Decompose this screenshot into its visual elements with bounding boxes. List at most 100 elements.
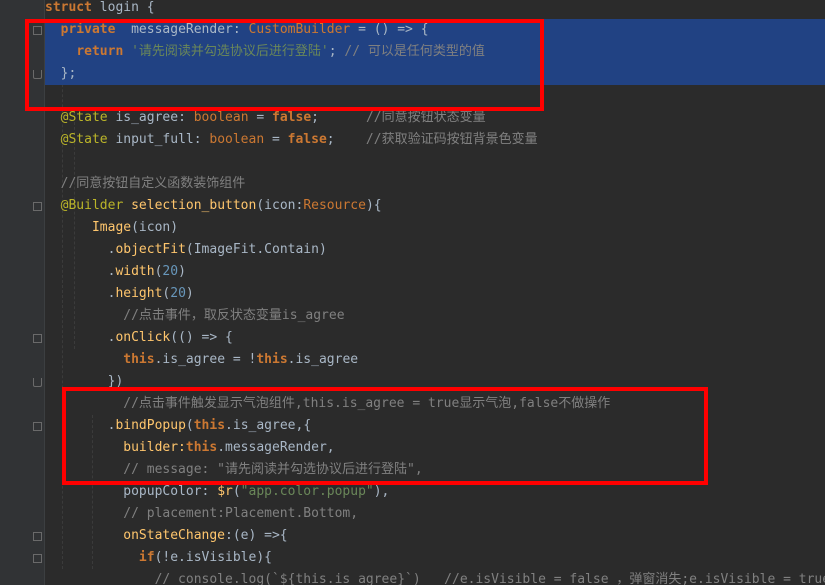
fold-marker-icon[interactable]	[33, 378, 42, 387]
fold-marker-icon[interactable]	[33, 70, 42, 79]
code-token: (icon)	[131, 220, 179, 235]
code-line[interactable]: struct login {	[45, 0, 825, 19]
code-token: //同意按钮状态变量	[318, 110, 486, 125]
code-line[interactable]: onStateChange:(e) =>{	[45, 525, 825, 547]
code-token: )	[185, 286, 194, 301]
code-line[interactable]: @State is_agree: boolean = false; //同意按钮…	[45, 107, 825, 129]
code-line[interactable]	[45, 151, 825, 173]
fold-marker-icon[interactable]	[33, 554, 42, 563]
code-token: .	[45, 242, 116, 257]
code-token: builder:	[45, 440, 186, 455]
fold-marker-icon[interactable]	[33, 334, 42, 343]
editor-gutter	[0, 0, 44, 585]
code-line[interactable]: // console.log(`${this.is_agree}`) //e.i…	[45, 569, 825, 585]
code-token: Resource	[303, 198, 366, 213]
code-token: };	[45, 66, 77, 81]
code-line[interactable]: builder:this.messageRender,	[45, 437, 825, 459]
code-token: // console.log(`${this.is_agree}`) //e.i…	[45, 572, 825, 585]
code-line[interactable]: .objectFit(ImageFit.Contain)	[45, 239, 825, 261]
code-token: //同意按钮自定义函数装饰组件	[45, 176, 246, 191]
code-token: )	[178, 264, 186, 279]
code-token: false	[287, 132, 327, 147]
code-token: '请先阅读并勾选协议后进行登陆'	[131, 44, 329, 59]
code-token: (	[185, 418, 194, 433]
code-line[interactable]: //同意按钮自定义函数装饰组件	[45, 173, 825, 195]
code-editor[interactable]: struct login { private messageRender: Cu…	[45, 0, 825, 585]
fold-marker-icon[interactable]	[33, 202, 42, 211]
code-line[interactable]: .height(20)	[45, 283, 825, 305]
code-token: ;	[328, 44, 345, 59]
fold-marker-icon[interactable]	[33, 422, 42, 431]
code-token: width	[115, 264, 155, 279]
code-token: @State	[60, 110, 108, 125]
code-token: this	[256, 352, 288, 367]
code-line[interactable]: .onClick(() => {	[45, 327, 825, 349]
code-line[interactable]: return '请先阅读并勾选协议后进行登陆'; // 可以是任何类型的值	[45, 41, 825, 63]
fold-marker-icon[interactable]	[33, 26, 42, 35]
code-token: selection_button	[123, 198, 257, 213]
code-token: 20	[170, 286, 186, 301]
code-token: input_full	[107, 132, 194, 147]
code-token: :	[232, 22, 249, 37]
code-line[interactable]: .width(20)	[45, 261, 825, 283]
code-token: .	[45, 286, 116, 301]
code-token: if	[138, 550, 155, 565]
code-line[interactable]: popupColor: $r("app.color.popup"),	[45, 481, 825, 503]
code-line[interactable]	[45, 85, 825, 107]
code-token: onClick	[115, 330, 171, 345]
code-token: :(e) =>{	[225, 528, 288, 543]
code-token: :	[178, 110, 194, 125]
code-token: .is_agree,{	[225, 418, 312, 433]
code-token: this	[193, 418, 226, 433]
code-line[interactable]: if(!e.isVisible){	[45, 547, 825, 569]
code-token: .is_agree	[287, 352, 359, 367]
code-token: (!e.isVisible){	[154, 550, 272, 565]
code-token: is_agree	[107, 110, 179, 125]
code-token: @State	[60, 132, 108, 147]
code-token: .	[45, 418, 116, 433]
code-token: Image	[91, 220, 132, 235]
code-token: onStateChange	[45, 528, 226, 543]
code-token: ;	[326, 132, 335, 147]
code-token: // 可以是任何类型的值	[344, 44, 485, 59]
code-line[interactable]: Image(icon)	[45, 217, 825, 239]
code-token: "app.color.popup"	[240, 484, 374, 499]
code-token: =	[264, 132, 288, 147]
code-token: .is_agree = !	[154, 352, 257, 367]
code-token: .messageRender,	[217, 440, 335, 455]
code-token: this	[123, 352, 155, 367]
code-line[interactable]: };	[45, 63, 825, 85]
code-line[interactable]: .bindPopup(this.is_agree,{	[45, 415, 825, 437]
code-token: (ImageFit.Contain)	[185, 242, 327, 257]
code-token: private	[60, 22, 116, 37]
code-token: @Builder	[60, 198, 124, 213]
code-token: return	[76, 44, 124, 59]
code-token: // message: "请先阅读并勾选协议后进行登陆",	[45, 462, 423, 477]
fold-marker-icon[interactable]	[33, 532, 42, 541]
code-token: (icon:	[256, 198, 304, 213]
code-line[interactable]: this.is_agree = !this.is_agree	[45, 349, 825, 371]
code-token: (	[232, 484, 241, 499]
code-token: ){	[365, 198, 382, 213]
code-line[interactable]: // placement:Placement.Bottom,	[45, 503, 825, 525]
code-token: = () => {	[350, 22, 429, 37]
code-token: boolean	[193, 110, 249, 125]
code-line[interactable]: @State input_full: boolean = false; //获取…	[45, 129, 825, 151]
code-line[interactable]: //点击事件，取反状态变量is_agree	[45, 305, 825, 327]
code-token: CustomBuilder	[248, 22, 351, 37]
code-line[interactable]: private messageRender: CustomBuilder = (…	[45, 19, 825, 41]
code-line[interactable]: //点击事件触发显示气泡组件,this.is_agree = true显示气泡,…	[45, 393, 825, 415]
code-line[interactable]: })	[45, 371, 825, 393]
code-token: ),	[373, 484, 390, 499]
code-token: objectFit	[115, 242, 186, 257]
code-line[interactable]: // message: "请先阅读并勾选协议后进行登陆",	[45, 459, 825, 481]
code-token: login {	[91, 0, 155, 15]
code-line[interactable]: @Builder selection_button(icon:Resource)…	[45, 195, 825, 217]
code-token: false	[272, 110, 312, 125]
